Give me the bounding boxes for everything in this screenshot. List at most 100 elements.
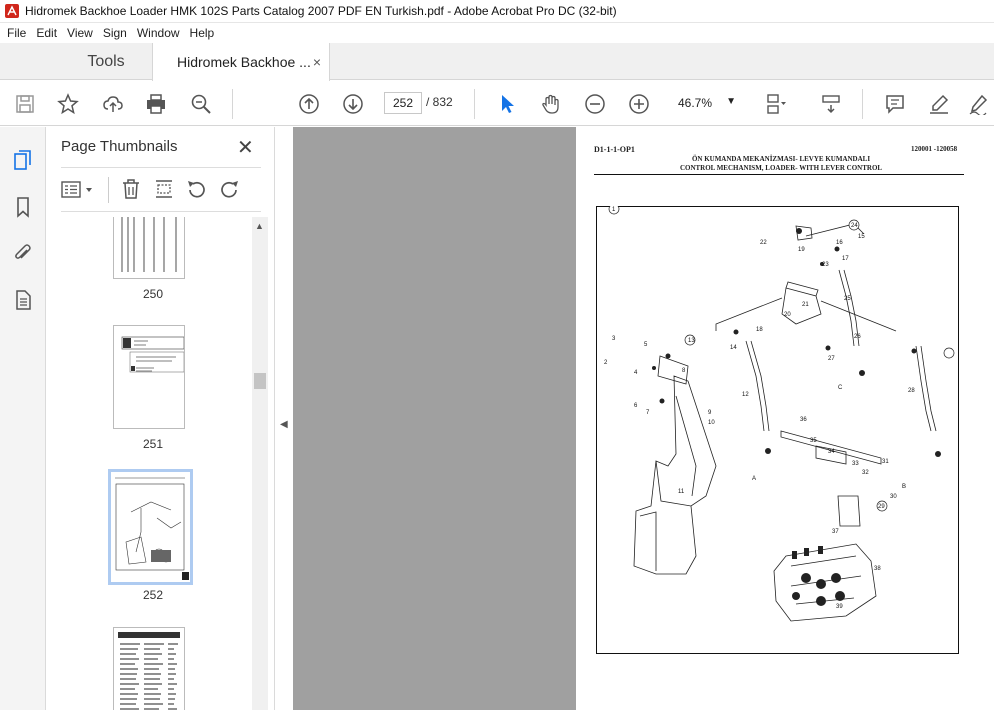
callout-35: 35 <box>810 438 817 444</box>
menu-view[interactable]: View <box>62 26 98 40</box>
callout-23: 23 <box>822 262 829 268</box>
callout-27: 27 <box>828 356 835 362</box>
page-total: / 832 <box>426 95 453 109</box>
divider <box>61 167 261 168</box>
document-icon[interactable] <box>10 287 36 313</box>
zoom-in-icon[interactable] <box>626 91 652 117</box>
callout-b: B <box>902 484 906 490</box>
callout-19: 19 <box>798 247 805 253</box>
thumbnail-page[interactable] <box>113 627 185 710</box>
close-icon[interactable]: ✕ <box>237 135 254 160</box>
callout-5: 5 <box>644 342 648 348</box>
page-code: D1-1-1-OP1 <box>594 145 635 154</box>
callout-24: 24 <box>851 223 858 229</box>
next-page-icon[interactable] <box>340 91 366 117</box>
menu-file[interactable]: File <box>2 26 31 40</box>
thumbnail-preview <box>118 632 180 710</box>
page-title-en: CONTROL MECHANISM, LOADER- WITH LEVER CO… <box>679 164 883 172</box>
thumbnails-panel: Page Thumbnails ✕ 250 251 252 ▲ <box>47 127 274 710</box>
callout-15: 15 <box>858 234 865 240</box>
panel-collapse-strip[interactable]: ◀ <box>274 127 293 710</box>
zoom-search-icon[interactable] <box>188 91 214 117</box>
highlight-icon[interactable] <box>926 91 952 117</box>
collapse-left-icon[interactable]: ◀ <box>280 419 288 430</box>
select-cursor-icon[interactable] <box>494 91 520 117</box>
acrobat-app-icon <box>5 4 19 18</box>
tab-close-icon[interactable]: × <box>313 54 321 70</box>
scroll-up-icon[interactable]: ▲ <box>255 221 264 231</box>
hand-icon[interactable] <box>538 91 564 117</box>
title-bar: Hidromek Backhoe Loader HMK 102S Parts C… <box>0 0 994 23</box>
prev-page-icon[interactable] <box>296 91 322 117</box>
callout-21: 21 <box>802 302 809 308</box>
window-title: Hidromek Backhoe Loader HMK 102S Parts C… <box>25 4 617 18</box>
rotate-clockwise-icon[interactable] <box>219 178 241 200</box>
pdf-page: D1-1-1-OP1 120001 -120058 ÖN KUMANDA MEK… <box>576 127 994 710</box>
page-serial: 120001 -120058 <box>911 145 958 153</box>
zoom-select[interactable]: 46.7% ▼ <box>668 92 744 114</box>
menu-bar: File Edit View Sign Window Help <box>0 23 994 43</box>
attachments-icon[interactable] <box>10 240 36 266</box>
page-display-icon[interactable] <box>762 91 788 117</box>
trash-icon[interactable] <box>120 178 142 200</box>
callout-16: 16 <box>836 240 843 246</box>
callout-a: A <box>752 476 756 482</box>
bookmarks-icon[interactable] <box>10 194 36 220</box>
thumbnail-preview <box>121 336 185 373</box>
chevron-down-icon: ▼ <box>726 96 736 107</box>
callout-25: 25 <box>844 296 851 302</box>
page-thumbnails-icon[interactable] <box>10 147 36 173</box>
tab-tools[interactable]: Tools <box>60 43 152 80</box>
callout-18: 18 <box>756 327 763 333</box>
callout-31: 31 <box>882 459 889 465</box>
callout-36: 36 <box>800 417 807 423</box>
comment-icon[interactable] <box>882 91 908 117</box>
options-menu-icon[interactable] <box>61 179 97 201</box>
thumbnail-preview <box>121 217 177 272</box>
divider <box>108 177 109 203</box>
tab-document[interactable]: Hidromek Backhoe ... × <box>152 43 330 81</box>
toolbar-separator <box>474 89 475 119</box>
callout-2: 2 <box>604 360 608 366</box>
callout-7: 7 <box>646 410 650 416</box>
bookmark-star-icon[interactable] <box>55 91 81 117</box>
menu-sign[interactable]: Sign <box>98 26 132 40</box>
insert-pages-icon[interactable] <box>153 178 175 200</box>
zoom-value: 46.7% <box>678 96 713 110</box>
upload-icon[interactable] <box>100 91 126 117</box>
thumbnail-page[interactable] <box>113 217 185 279</box>
thumbnail-scrollbar[interactable]: ▲ <box>252 217 268 710</box>
menu-help[interactable]: Help <box>185 26 220 40</box>
rotate-counterclockwise-icon[interactable] <box>185 178 207 200</box>
menu-edit[interactable]: Edit <box>31 26 62 40</box>
main-toolbar: 252 / 832 46.7% ▼ <box>0 81 994 126</box>
toolbar-separator <box>862 89 863 119</box>
menu-window[interactable]: Window <box>132 26 185 40</box>
callout-38: 38 <box>874 566 881 572</box>
thumbnail-label: 251 <box>142 437 164 451</box>
scroll-mode-icon[interactable] <box>818 91 844 117</box>
page-number-input[interactable]: 252 <box>384 92 422 114</box>
callout-12: 12 <box>742 392 749 398</box>
document-canvas[interactable]: D1-1-1-OP1 120001 -120058 ÖN KUMANDA MEK… <box>293 127 994 710</box>
panel-toolbar <box>57 177 267 203</box>
divider <box>61 211 261 212</box>
header-rule <box>594 174 964 175</box>
callout-28: 28 <box>908 388 915 394</box>
sign-icon[interactable] <box>966 91 992 117</box>
save-icon[interactable] <box>12 91 38 117</box>
callout-11: 11 <box>678 489 685 495</box>
panel-title: Page Thumbnails <box>61 138 178 155</box>
scrollbar-thumb[interactable] <box>254 373 266 389</box>
thumbnail-preview <box>111 472 190 582</box>
thumbnail-page-current[interactable] <box>108 469 193 585</box>
zoom-out-icon[interactable] <box>582 91 608 117</box>
callout-39: 39 <box>836 604 843 610</box>
callout-29: 29 <box>878 504 885 510</box>
thumbnail-page[interactable] <box>113 325 185 429</box>
tab-bar: Tools Hidromek Backhoe ... × <box>0 43 994 81</box>
thumbnail-label: 252 <box>142 588 164 602</box>
print-icon[interactable] <box>143 91 169 117</box>
page-title-tr: ÖN KUMANDA MEKANİZMASI- LEVYE KUMANDALI <box>691 155 871 163</box>
callout-34: 34 <box>828 449 835 455</box>
